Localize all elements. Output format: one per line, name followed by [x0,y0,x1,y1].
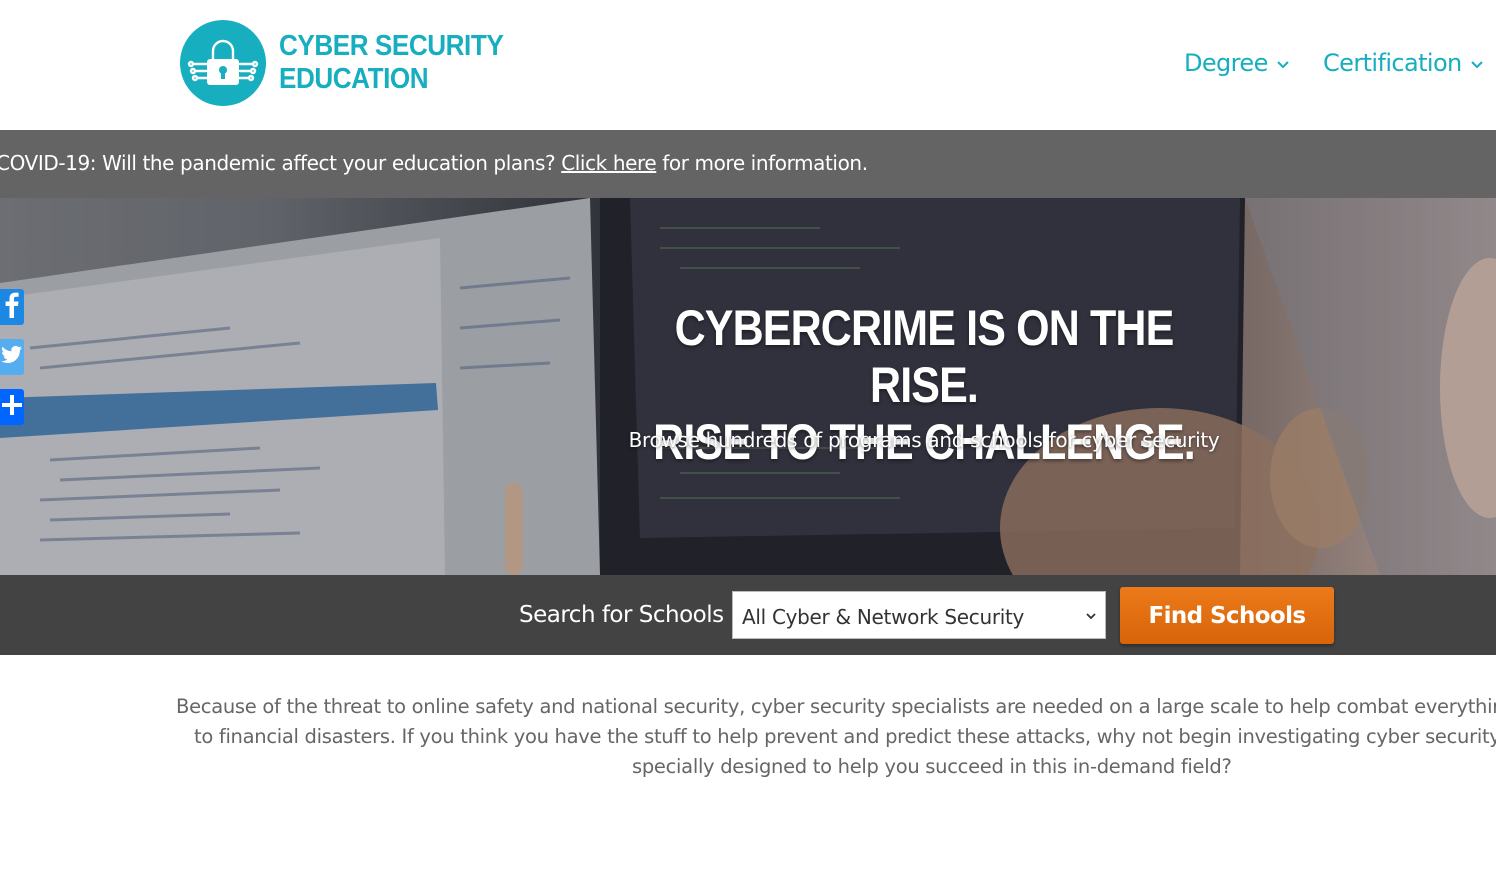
twitter-share-button[interactable] [0,339,24,375]
more-share-button[interactable] [0,389,24,425]
intro-line-3: specially designed to help you succeed i… [632,755,1232,778]
school-search-bar: Search for Schools All Cyber & Network S… [0,575,1496,655]
chevron-down-icon [1470,57,1483,73]
nav-certification-label: Certification [1323,49,1462,77]
site-header: CYBER SECURITY EDUCATION Degree Certific… [0,0,1496,130]
logo-wordmark: CYBER SECURITY EDUCATION [279,30,504,96]
nav-degree[interactable]: Degree [1184,49,1289,77]
intro-paragraph: Because of the threat to online safety a… [176,692,1496,792]
program-select-value: All Cyber & Network Security [742,605,1025,629]
facebook-share-button[interactable] [0,289,24,325]
chevron-down-icon [1277,57,1289,73]
intro-line-1: Because of the threat to online safety a… [176,695,1496,718]
search-label: Search for Schools [519,602,724,628]
padlock-circuit-icon [180,20,266,106]
find-schools-button[interactable]: Find Schools [1120,587,1334,644]
nav-degree-label: Degree [1184,49,1268,77]
logo-line-2: EDUCATION [279,63,429,95]
covid-banner-link[interactable]: Click here [561,151,656,175]
chevron-down-icon [1085,608,1097,627]
site-logo[interactable]: CYBER SECURITY EDUCATION [180,20,528,106]
twitter-icon [1,345,23,369]
covid-banner-prefix: COVID-19: Will the pandemic affect your … [0,151,562,175]
social-share-bar [0,289,24,439]
covid-banner: COVID-19: Will the pandemic affect your … [0,130,1496,198]
facebook-icon [4,292,20,322]
covid-banner-suffix: for more information. [656,151,868,175]
logo-line-1: CYBER SECURITY [279,30,504,62]
intro-line-2: to financial disasters. If you think you… [194,725,1496,748]
covid-banner-text: COVID-19: Will the pandemic affect your … [0,151,868,175]
add-share-icon [2,395,22,419]
nav-certification[interactable]: Certification [1323,49,1483,77]
hero-subtitle: Browse hundreds of programs and schools … [628,428,1220,452]
hero-heading-line-1: CYBERCRIME IS ON THE RISE. [674,300,1175,413]
program-select[interactable]: All Cyber & Network Security [732,591,1106,639]
hero-section: CYBERCRIME IS ON THE RISE. RISE TO THE C… [0,198,1496,575]
